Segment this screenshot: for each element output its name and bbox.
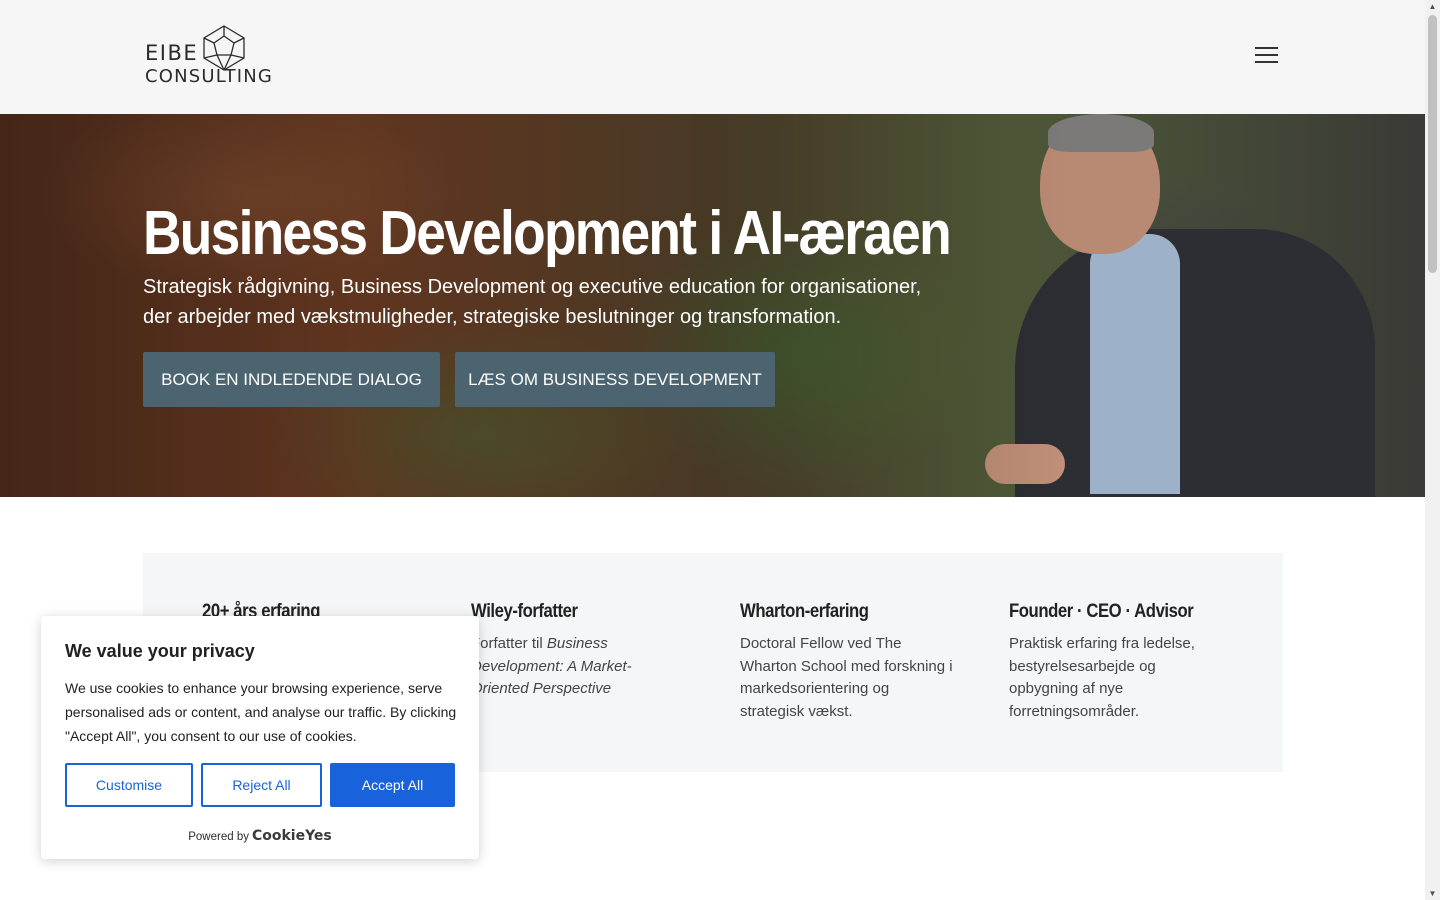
customise-button[interactable]: Customise	[65, 763, 193, 807]
reject-all-button[interactable]: Reject All	[201, 763, 322, 807]
dodecahedron-logo-icon	[203, 25, 245, 71]
feature-text-prefix: Forfatter til	[471, 635, 547, 652]
feature-founder: Founder · CEO · Advisor Praktisk erfarin…	[1009, 601, 1224, 723]
cookieyes-logo[interactable]: CookieYes	[252, 828, 332, 844]
feature-title: Wiley-forfatter	[471, 601, 578, 622]
feature-title: Wharton-erfaring	[740, 601, 869, 622]
read-business-development-button[interactable]: LÆS OM BUSINESS DEVELOPMENT	[455, 352, 775, 407]
hamburger-menu-icon[interactable]	[1255, 47, 1278, 65]
scroll-down-arrow-icon[interactable]: ▼	[1428, 889, 1437, 898]
cookie-text: We use cookies to enhance your browsing …	[65, 680, 457, 744]
powered-by: Powered by CookieYes	[41, 828, 479, 844]
scroll-up-arrow-icon[interactable]: ▲	[1428, 2, 1437, 11]
feature-text: Forfatter til Business Development: A Ma…	[471, 633, 686, 701]
feature-text: Praktisk erfaring fra ledelse, bestyrels…	[1009, 635, 1195, 720]
eibe-consulting-logo[interactable]: EIBE CONSULTING	[145, 24, 272, 92]
cookie-consent-banner: We value your privacy We use cookies to …	[41, 616, 479, 859]
feature-title: Founder · CEO · Advisor	[1009, 601, 1194, 622]
feature-text: Doctoral Fellow ved The Wharton School m…	[740, 635, 953, 720]
accept-all-button[interactable]: Accept All	[330, 763, 455, 807]
feature-wharton: Wharton-erfaring Doctoral Fellow ved The…	[740, 601, 955, 723]
logo-text-eibe: EIBE	[145, 41, 199, 65]
hero-title: Business Development i AI-æraen	[143, 199, 952, 268]
site-header: EIBE CONSULTING	[0, 0, 1425, 114]
scrollbar-thumb[interactable]	[1428, 15, 1437, 273]
page-scrollbar[interactable]: ▲ ▼	[1425, 0, 1440, 900]
cookie-title: We value your privacy	[65, 641, 255, 661]
feature-wiley: Wiley-forfatter Forfatter til Business D…	[471, 601, 686, 701]
book-dialog-button[interactable]: BOOK EN INDLEDENDE DIALOG	[143, 352, 440, 407]
hero-subtitle: Strategisk rådgivning, Business Developm…	[143, 276, 922, 328]
hero-section: Business Development i AI-æraen Strategi…	[0, 114, 1425, 497]
powered-by-label: Powered by	[188, 831, 249, 843]
